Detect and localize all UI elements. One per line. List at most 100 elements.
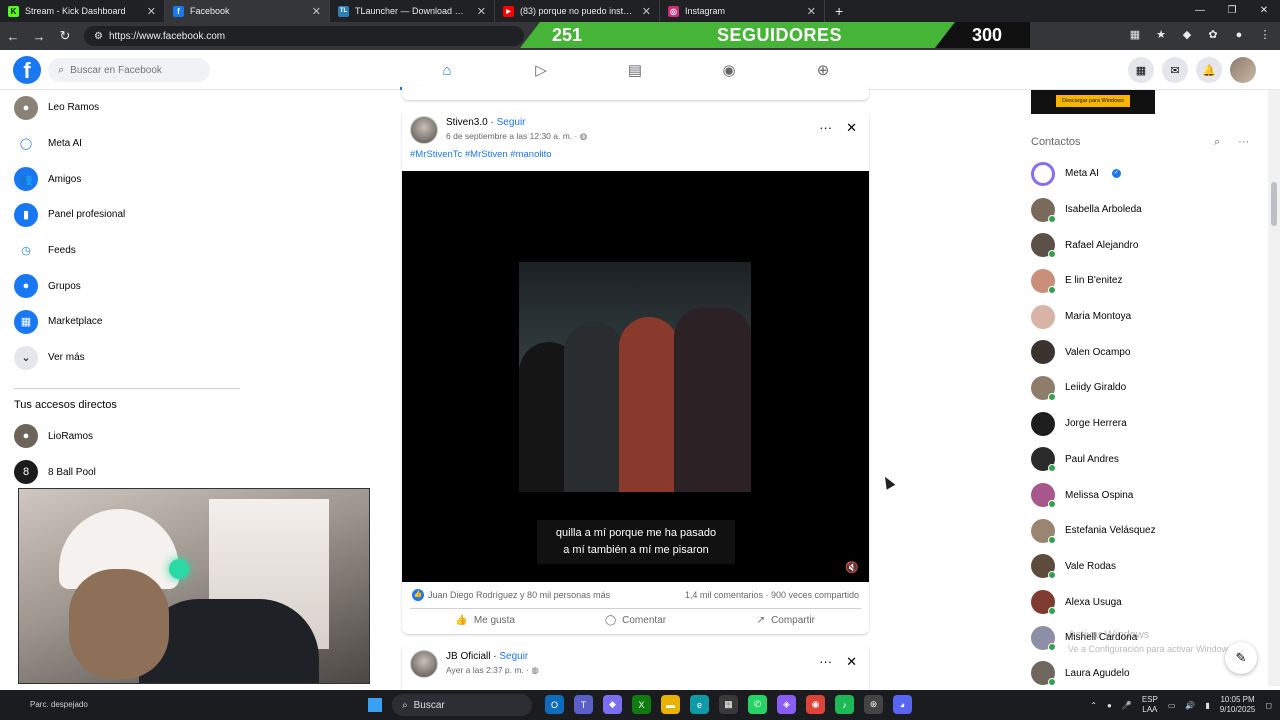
- author-avatar[interactable]: [410, 116, 438, 144]
- more-options-icon[interactable]: ···: [1238, 136, 1249, 149]
- contact-item[interactable]: Maria Montoya: [1031, 299, 1261, 335]
- like-button[interactable]: 👍 Me gusta: [410, 609, 560, 632]
- post-author[interactable]: JB Oficiall: [446, 651, 490, 662]
- site-info-icon[interactable]: ⚙: [94, 31, 103, 42]
- tab-youtube[interactable]: ▶ (83) porque no puedo instalar tla ✕: [495, 0, 660, 22]
- outlook-icon[interactable]: O: [545, 695, 564, 714]
- bookmark-star-icon[interactable]: ★: [1152, 26, 1170, 44]
- menu-grid-icon[interactable]: ▦: [1128, 57, 1154, 83]
- close-icon[interactable]: ✕: [147, 5, 156, 18]
- nav-gaming[interactable]: ⊕: [776, 50, 870, 90]
- nav-video[interactable]: ▷: [494, 50, 588, 90]
- mute-icon[interactable]: 🔇: [845, 561, 859, 574]
- battery-icon[interactable]: ▮: [1205, 701, 1209, 710]
- search-icon[interactable]: ⌕: [1214, 136, 1220, 149]
- tab-instagram[interactable]: ◎ Instagram ✕: [660, 0, 825, 22]
- new-tab-button[interactable]: +: [825, 3, 853, 19]
- tab-tlauncher[interactable]: TL TLauncher — Download Minecra ✕: [330, 0, 495, 22]
- tab-facebook[interactable]: f Facebook ✕: [165, 0, 330, 22]
- close-icon[interactable]: ✕: [477, 5, 486, 18]
- edge-icon[interactable]: e: [690, 695, 709, 714]
- address-bar[interactable]: ⚙ https://www.facebook.com: [84, 26, 524, 46]
- search-box[interactable]: ⌕: [48, 58, 210, 82]
- follow-link[interactable]: Seguir: [499, 651, 528, 662]
- nav-marketplace[interactable]: ▤: [588, 50, 682, 90]
- forward-icon[interactable]: →: [26, 29, 52, 44]
- post-video[interactable]: quilla a mí porque me ha pasado a mí tam…: [402, 171, 869, 582]
- profile-avatar[interactable]: [1230, 57, 1256, 83]
- contact-item[interactable]: Jorge Herrera: [1031, 406, 1261, 442]
- download-banner[interactable]: Descargar para Windows: [1031, 90, 1155, 114]
- taskbar-search[interactable]: ⌕ Buscar: [392, 694, 532, 716]
- teams-icon[interactable]: T: [574, 695, 593, 714]
- xbox-icon[interactable]: X: [632, 695, 651, 714]
- page-scrollbar[interactable]: [1268, 90, 1280, 686]
- post-author[interactable]: Stiven3.0: [446, 117, 488, 128]
- sidebar-item-feeds[interactable]: ◷ Feeds: [0, 233, 240, 269]
- back-icon[interactable]: ←: [0, 29, 26, 44]
- maximize-icon[interactable]: ❐: [1216, 0, 1248, 22]
- weather-text[interactable]: Parc. despejado: [30, 690, 88, 720]
- contact-item[interactable]: Vale Rodas: [1031, 549, 1261, 585]
- contact-item[interactable]: Paul Andres: [1031, 442, 1261, 478]
- menu-icon[interactable]: ⋮: [1256, 26, 1274, 44]
- close-icon[interactable]: ✕: [807, 5, 816, 18]
- sidebar-item-marketplace[interactable]: ▦ Marketplace: [0, 304, 240, 340]
- microphone-icon[interactable]: 🎤: [1122, 701, 1132, 710]
- author-avatar[interactable]: [410, 650, 438, 678]
- clock[interactable]: 10:05 PM 9/10/2025: [1220, 695, 1256, 715]
- sidebar-item-panel-profesional[interactable]: ▮ Panel profesional: [0, 197, 240, 233]
- contact-item[interactable]: Meta AI ✓: [1031, 156, 1261, 192]
- close-icon[interactable]: ✕: [642, 5, 651, 18]
- sidebar-item-lioramos[interactable]: ● LioRamos: [0, 419, 240, 455]
- discord-icon[interactable]: ◕: [893, 695, 912, 714]
- comment-button[interactable]: ◯ Comentar: [560, 609, 710, 632]
- more-options-icon[interactable]: ···: [819, 654, 832, 670]
- extension-icon[interactable]: ◆: [1178, 26, 1196, 44]
- more-options-icon[interactable]: ···: [819, 120, 832, 136]
- file-explorer-icon[interactable]: ▬: [661, 695, 680, 714]
- post-hashtags[interactable]: #MrStivenTc #MrStiven #manolito: [402, 146, 869, 170]
- volume-icon[interactable]: 🔊: [1185, 701, 1195, 710]
- whatsapp-icon[interactable]: ✆: [748, 695, 767, 714]
- profile-avatar-icon[interactable]: ●: [1230, 26, 1248, 44]
- figma-icon[interactable]: ◈: [777, 695, 796, 714]
- store-icon[interactable]: ▦: [719, 695, 738, 714]
- contact-item[interactable]: Isabella Arboleda: [1031, 192, 1261, 228]
- sidebar-item-ver-m-s[interactable]: ⌄ Ver más: [0, 340, 240, 376]
- download-label[interactable]: Descargar para Windows: [1056, 95, 1130, 107]
- comments-shares-text[interactable]: 1,4 mil comentarios · 900 veces comparti…: [685, 590, 859, 600]
- tab-kick-dashboard[interactable]: K Stream - Kick Dashboard ✕: [0, 0, 165, 22]
- close-icon[interactable]: ✕: [846, 120, 857, 136]
- chevron-up-icon[interactable]: ⌃: [1090, 701, 1097, 710]
- notifications-icon[interactable]: ◻: [1265, 701, 1272, 710]
- windows-start-icon[interactable]: [368, 698, 382, 712]
- new-message-button[interactable]: ✎: [1225, 642, 1257, 674]
- close-window-icon[interactable]: ✕: [1248, 0, 1280, 22]
- minimize-icon[interactable]: —: [1184, 0, 1216, 22]
- post-date[interactable]: 6 de septiembre a las 12:30 a. m. ·: [446, 131, 577, 141]
- reload-icon[interactable]: ↻: [52, 28, 78, 44]
- search-input[interactable]: [70, 64, 201, 76]
- follow-link[interactable]: Seguir: [497, 117, 526, 128]
- scrollbar-thumb[interactable]: [1271, 182, 1277, 226]
- contact-item[interactable]: Leiidy Giraldo: [1031, 370, 1261, 406]
- post-date[interactable]: Ayer a las 2:37 p. m. ·: [446, 665, 529, 675]
- sidebar-item-grupos[interactable]: ● Grupos: [0, 268, 240, 304]
- puzzle-icon[interactable]: ✿: [1204, 26, 1222, 44]
- contact-item[interactable]: Alexa Usuga: [1031, 584, 1261, 620]
- contact-item[interactable]: Rafael Alejandro: [1031, 227, 1261, 263]
- copilot-icon[interactable]: ◆: [603, 695, 622, 714]
- share-button[interactable]: ↗ Compartir: [711, 609, 861, 632]
- close-icon[interactable]: ✕: [846, 654, 857, 670]
- language-indicator[interactable]: ESP LAA: [1142, 695, 1158, 715]
- close-icon[interactable]: ✕: [312, 5, 321, 18]
- app-tray-icon[interactable]: ●: [1107, 701, 1112, 710]
- extension-icon[interactable]: ▦: [1126, 26, 1144, 44]
- contact-item[interactable]: Melissa Ospina: [1031, 477, 1261, 513]
- messenger-icon[interactable]: ✉: [1162, 57, 1188, 83]
- contact-item[interactable]: Valen Ocampo: [1031, 334, 1261, 370]
- reactions-text[interactable]: Juan Diego Rodríguez y 80 mil personas m…: [428, 590, 610, 600]
- chrome-icon[interactable]: ◉: [806, 695, 825, 714]
- nav-groups[interactable]: ◉: [682, 50, 776, 90]
